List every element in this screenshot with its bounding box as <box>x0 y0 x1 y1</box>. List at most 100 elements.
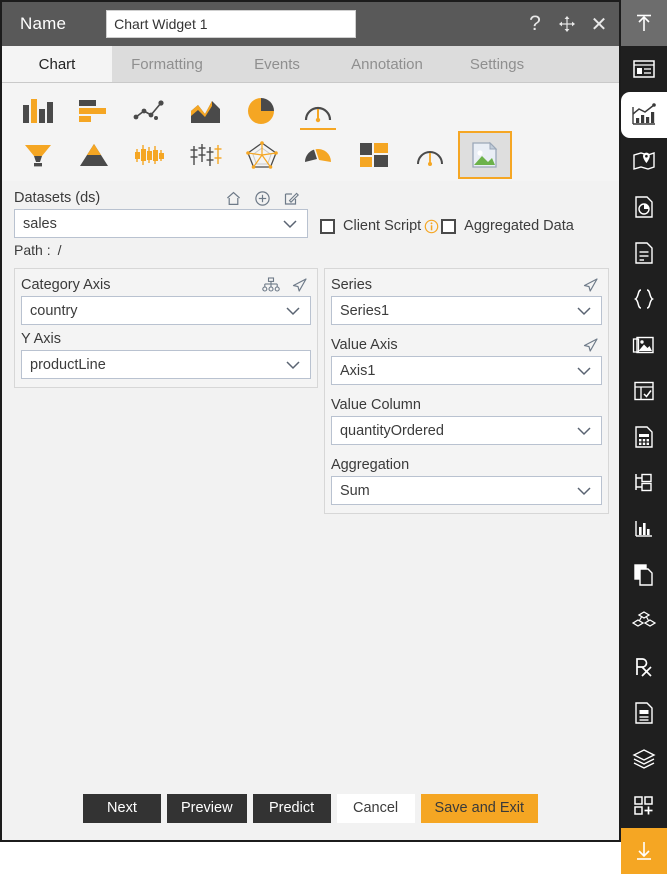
copy-page-icon[interactable] <box>621 552 667 598</box>
value-column-field: Value Column quantityOrdered <box>330 391 602 445</box>
edit-pencil-icon[interactable] <box>283 190 300 207</box>
bar-chart-icon[interactable] <box>66 89 122 133</box>
document-icon[interactable] <box>621 230 667 276</box>
preview-button[interactable]: Preview <box>166 793 247 823</box>
client-script-checkbox[interactable] <box>320 218 335 234</box>
home-icon[interactable] <box>225 190 242 207</box>
cancel-button[interactable]: Cancel <box>336 793 415 823</box>
category-axis-select[interactable]: country <box>21 296 311 325</box>
code-braces-icon[interactable] <box>621 276 667 322</box>
datasets-label: Datasets (ds) <box>14 190 101 206</box>
column-chart-icon[interactable] <box>10 89 66 133</box>
send-arrow-icon[interactable] <box>582 337 599 353</box>
datasets-select-value: sales <box>23 215 57 232</box>
category-axis-group: Category Axis country Y Axis productLine <box>14 268 318 388</box>
send-arrow-icon[interactable] <box>582 277 599 293</box>
y-axis-select[interactable]: productLine <box>21 350 311 379</box>
value-axis-value: Axis1 <box>339 362 376 379</box>
map-widget-icon[interactable] <box>621 138 667 184</box>
tab-annotation[interactable]: Annotation <box>332 46 442 82</box>
series-select[interactable]: Series1 <box>330 296 602 325</box>
y-axis-header: Y Axis <box>21 327 311 350</box>
series-actions <box>582 277 602 293</box>
widget-name-input[interactable] <box>106 10 357 38</box>
help-icon[interactable]: ? <box>525 12 545 35</box>
layers-icon[interactable] <box>621 736 667 782</box>
radar-chart-icon[interactable] <box>234 133 290 177</box>
aggregation-field: Aggregation Sum <box>330 451 602 505</box>
save-and-exit-button[interactable]: Save and Exit <box>420 793 539 823</box>
next-button[interactable]: Next <box>82 793 161 823</box>
pyramid-chart-icon[interactable] <box>66 133 122 177</box>
axis-config-area: Category Axis country Y Axis productLine… <box>2 258 619 775</box>
y-axis-field: Y Axis productLine <box>21 325 311 379</box>
chart-type-row-1 <box>2 89 619 133</box>
chevron-down-icon <box>284 359 302 371</box>
dial-gauge-chart-icon[interactable] <box>402 133 458 177</box>
bar-stat-icon[interactable] <box>621 506 667 552</box>
gauge-chart-icon[interactable] <box>290 89 346 133</box>
candlestick-chart-icon[interactable] <box>122 133 178 177</box>
chart-widget-icon[interactable] <box>621 92 667 138</box>
image-widget-icon[interactable] <box>458 131 512 179</box>
value-column-label: Value Column <box>330 396 421 413</box>
series-value: Series1 <box>339 302 390 319</box>
category-axis-field: Category Axis country <box>21 271 311 325</box>
form-layout-icon[interactable] <box>621 46 667 92</box>
chevron-down-icon <box>575 425 593 437</box>
scatter-line-chart-icon[interactable] <box>122 89 178 133</box>
aggregated-data-label: Aggregated Data <box>464 218 574 234</box>
chart-widget-dialog-window: Name ? <box>0 0 667 874</box>
send-arrow-icon[interactable] <box>291 277 308 293</box>
info-circle-icon[interactable] <box>424 219 439 234</box>
title-bar-controls: ? ✕ <box>525 12 609 36</box>
tab-formatting[interactable]: Formatting <box>112 46 222 82</box>
value-column-header: Value Column <box>331 393 602 416</box>
expand-down-icon[interactable] <box>621 828 667 874</box>
tree-structure-icon[interactable] <box>621 460 667 506</box>
report-pie-icon[interactable] <box>621 184 667 230</box>
hierarchy-icon[interactable] <box>262 276 280 293</box>
chart-type-row-2 <box>2 131 619 179</box>
funnel-chart-icon[interactable] <box>10 133 66 177</box>
value-axis-select[interactable]: Axis1 <box>330 356 602 385</box>
datasets-left: Datasets (ds) sales Path: / <box>2 187 314 258</box>
chart-widget-dialog: Name ? <box>0 0 621 842</box>
category-axis-actions <box>262 276 311 293</box>
boxplot-chart-icon[interactable] <box>178 133 234 177</box>
tab-settings[interactable]: Settings <box>442 46 552 82</box>
collapse-up-icon[interactable] <box>621 0 667 46</box>
y-axis-value: productLine <box>30 356 106 373</box>
predict-button[interactable]: Predict <box>252 793 331 823</box>
value-column-select[interactable]: quantityOrdered <box>330 416 602 445</box>
tab-events[interactable]: Events <box>222 46 332 82</box>
grid-table-icon[interactable] <box>621 368 667 414</box>
close-icon[interactable]: ✕ <box>589 13 609 36</box>
treemap-chart-icon[interactable] <box>346 133 402 177</box>
name-label: Name <box>20 14 67 33</box>
chevron-down-icon <box>575 305 593 317</box>
dataset-options: Client Script Aggregated Data <box>314 187 619 258</box>
dialog-footer: Next Preview Predict Cancel Save and Exi… <box>2 775 619 840</box>
y-axis-label: Y Axis <box>21 330 62 347</box>
value-axis-header: Value Axis <box>331 333 602 356</box>
chevron-down-icon <box>575 365 593 377</box>
prescription-rx-icon[interactable] <box>621 644 667 690</box>
plus-circle-icon[interactable] <box>254 190 271 207</box>
area-chart-icon[interactable] <box>178 89 234 133</box>
aggregation-value: Sum <box>339 482 370 499</box>
cube-group-icon[interactable] <box>621 598 667 644</box>
aggregation-select[interactable]: Sum <box>330 476 602 505</box>
note-document-icon[interactable] <box>621 690 667 736</box>
value-axis-actions <box>582 337 602 353</box>
datasets-select[interactable]: sales <box>14 209 308 238</box>
semi-gauge-chart-icon[interactable] <box>290 133 346 177</box>
pie-chart-icon[interactable] <box>234 89 290 133</box>
aggregated-data-checkbox[interactable] <box>441 218 457 234</box>
gallery-image-icon[interactable] <box>621 322 667 368</box>
data-sheet-icon[interactable] <box>621 414 667 460</box>
tab-chart[interactable]: Chart <box>2 46 112 82</box>
add-widget-icon[interactable] <box>621 782 667 828</box>
move-icon[interactable] <box>557 13 577 35</box>
aggregated-data-checkbox-wrap: Aggregated Data <box>441 218 577 234</box>
